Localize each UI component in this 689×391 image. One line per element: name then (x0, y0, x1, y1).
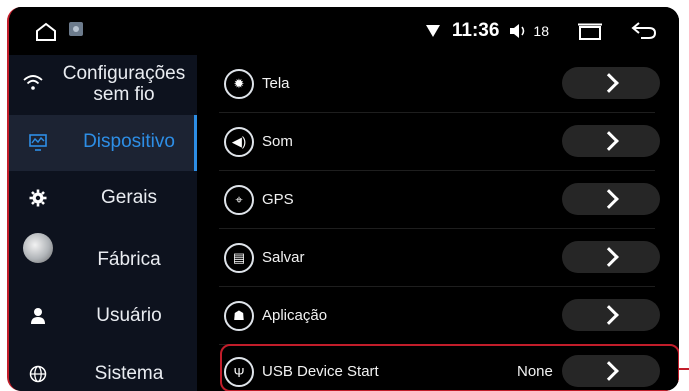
speaker-icon: ◀) (224, 127, 254, 157)
chevron-right-icon (599, 73, 619, 93)
list-item-som[interactable]: ◀) Som (197, 113, 679, 171)
status-bar: 11:36 18 (9, 7, 679, 55)
chevron-right-icon (599, 131, 619, 151)
brightness-icon: ✹ (224, 69, 254, 99)
sidebar-item-label: Usuário (96, 305, 162, 326)
sidebar-item-label: Sistema (94, 363, 164, 384)
open-button[interactable] (562, 299, 660, 331)
list-item-label: GPS (262, 191, 294, 208)
page-frame: 11:36 18 Configurações sem fio Dispositi… (0, 0, 689, 391)
android-icon: ☗ (224, 301, 254, 331)
settings-list: ✹ Tela ◀) Som ⌖ GPS ▤ Salvar ☗ Aplicação… (197, 55, 679, 391)
app-icon[interactable] (69, 22, 83, 36)
list-item-label: Som (262, 133, 293, 150)
user-icon (31, 308, 45, 324)
chevron-right-icon (599, 189, 619, 209)
wifi-icon (23, 75, 43, 90)
chevron-right-icon (599, 305, 619, 325)
list-item-salvar[interactable]: ▤ Salvar (197, 229, 679, 287)
device-icon (29, 134, 47, 151)
chevron-right-icon (599, 247, 619, 267)
open-button[interactable] (562, 67, 660, 99)
recent-apps-icon[interactable] (577, 23, 603, 40)
open-button[interactable] (562, 241, 660, 273)
status-indicators: 11:36 18 (425, 7, 679, 55)
back-icon[interactable] (631, 21, 657, 41)
home-icon[interactable] (35, 22, 57, 42)
list-item-aplicacao[interactable]: ☗ Aplicação (197, 287, 679, 345)
sidebar-item-label: Fábrica (97, 249, 161, 270)
save-icon: ▤ (224, 243, 254, 273)
volume-icon[interactable] (509, 23, 527, 39)
sidebar-item-device[interactable]: Dispositivo (9, 115, 197, 171)
wifi-icon (425, 25, 440, 37)
magnifier-icon (23, 233, 53, 263)
globe-icon (29, 365, 47, 383)
list-item-gps[interactable]: ⌖ GPS (197, 171, 679, 229)
sidebar-item-label: Configurações sem fio (62, 63, 186, 105)
list-item-label: Aplicação (262, 307, 328, 324)
annotation-highlight-box (220, 344, 679, 391)
sidebar: Configurações sem fio Dispositivo Gerais… (9, 55, 197, 391)
gear-icon (29, 189, 47, 207)
list-item-label: Tela (262, 75, 290, 92)
sidebar-item-label: Dispositivo (83, 131, 175, 152)
open-button[interactable] (562, 183, 660, 215)
sidebar-item-wireless[interactable]: Configurações sem fio (9, 55, 197, 111)
volume-level: 18 (533, 23, 549, 39)
list-item-label: Salvar (262, 249, 305, 266)
sidebar-item-system[interactable]: Sistema (9, 347, 197, 391)
sidebar-item-label: Gerais (101, 187, 157, 208)
annotation-callout-line (679, 368, 689, 370)
head-unit-screen: 11:36 18 Configurações sem fio Dispositi… (7, 7, 679, 391)
sidebar-item-general[interactable]: Gerais (9, 171, 197, 227)
open-button[interactable] (562, 125, 660, 157)
list-item-tela[interactable]: ✹ Tela (197, 55, 679, 113)
clock: 11:36 (451, 20, 500, 41)
satellite-icon: ⌖ (224, 185, 254, 215)
sidebar-item-user[interactable]: Usuário (9, 289, 197, 345)
